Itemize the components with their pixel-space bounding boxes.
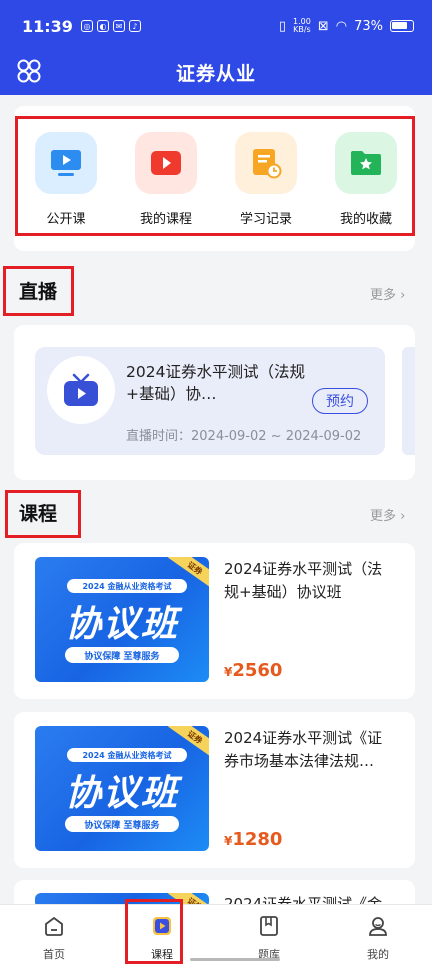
battery-icon <box>390 20 414 32</box>
thumb-headline: 协议班 <box>64 773 179 814</box>
wifi-icon: ◠ <box>335 18 348 34</box>
quick-item-favorites[interactable]: 我的收藏 <box>326 132 406 227</box>
live-item-next[interactable] <box>402 347 415 455</box>
star-folder-icon <box>335 132 397 194</box>
quick-item-my-courses[interactable]: 我的课程 <box>126 132 206 227</box>
app-notification-icon: ◐ <box>96 20 109 32</box>
network-speed: 1.00 KB/s <box>293 17 311 34</box>
course-title: 2024证券水平测试（法规+基础）协议班 <box>224 560 383 601</box>
quick-item-label: 我的课程 <box>139 212 192 227</box>
menu-grid-icon[interactable] <box>16 58 42 84</box>
no-sim-icon: ⊠ <box>317 18 329 34</box>
vibrate-icon: ▯ <box>278 18 287 34</box>
status-bar: 11:39 ◎ ◐ ✉ ♪ ▯ 1.00 KB/s ⊠ ◠ 73% <box>0 0 432 52</box>
top-header: 11:39 ◎ ◐ ✉ ♪ ▯ 1.00 KB/s ⊠ ◠ 73% 证券从业 <box>0 0 432 95</box>
home-icon <box>45 916 63 936</box>
live-more-link[interactable]: 更多 › <box>370 284 405 303</box>
thumb-tagline: 协议保障 至尊服务 <box>65 647 179 663</box>
live-item-time: 直播时间：2024-09-02 ~ 2024-09-02 <box>126 429 362 444</box>
video-screen-icon <box>35 132 97 194</box>
course-title: 2024证券水平测试《证券市场基本法律法规… <box>224 729 383 770</box>
bottom-tab-bar: 首页 课程 题库 我的 <box>0 904 432 964</box>
course-more-link[interactable]: 更多 › <box>370 505 405 524</box>
course-section-title: 课程 <box>19 503 58 525</box>
course-thumbnail: 2024 金融从业资格考试 协议班 协议保障 至尊服务 证券 <box>35 557 209 682</box>
live-item-title: 2024证券水平测试（法规+基础）协… <box>126 363 305 403</box>
home-indicator <box>190 958 280 961</box>
highlight-box <box>125 899 183 964</box>
tab-home[interactable]: 首页 <box>19 911 89 962</box>
quick-item-study-record[interactable]: 学习记录 <box>226 132 306 227</box>
app-notification-icon: ◎ <box>80 20 93 32</box>
course-thumbnail: 2024 金融从业资格考试 协议班 协议保障 至尊服务 证券 <box>35 726 209 851</box>
play-button-icon <box>135 132 197 194</box>
course-price: ¥1280 <box>224 829 283 850</box>
nav-bar: 证券从业 <box>0 52 432 92</box>
tab-question-bank[interactable]: 题库 <box>234 911 304 962</box>
clock-note-icon <box>235 132 297 194</box>
tv-icon <box>47 356 115 424</box>
book-button[interactable]: 预约 <box>312 388 368 414</box>
quick-item-label: 学习记录 <box>239 212 292 227</box>
mail-icon: ✉ <box>112 20 125 32</box>
live-section-title: 直播 <box>19 281 58 303</box>
quick-item-open-class[interactable]: 公开课 <box>26 132 106 227</box>
thumb-badge: 2024 金融从业资格考试 <box>67 579 187 593</box>
book-icon <box>260 916 278 936</box>
page-title: 证券从业 <box>175 62 256 85</box>
thumb-tagline: 协议保障 至尊服务 <box>65 816 179 832</box>
status-time: 11:39 <box>22 16 73 36</box>
quick-item-label: 我的收藏 <box>339 212 392 227</box>
tab-label: 首页 <box>43 948 65 961</box>
thumb-badge: 2024 金融从业资格考试 <box>67 748 187 762</box>
quick-item-label: 公开课 <box>46 212 86 227</box>
course-price: ¥2560 <box>224 660 283 681</box>
battery-percent: 73% <box>354 18 383 34</box>
tab-label: 我的 <box>367 948 389 961</box>
notification-icons: ◎ ◐ ✉ ♪ <box>80 20 141 32</box>
tiktok-icon: ♪ <box>128 20 141 32</box>
thumb-headline: 协议班 <box>64 604 179 645</box>
tab-mine[interactable]: 我的 <box>343 911 413 962</box>
user-icon <box>369 917 387 936</box>
